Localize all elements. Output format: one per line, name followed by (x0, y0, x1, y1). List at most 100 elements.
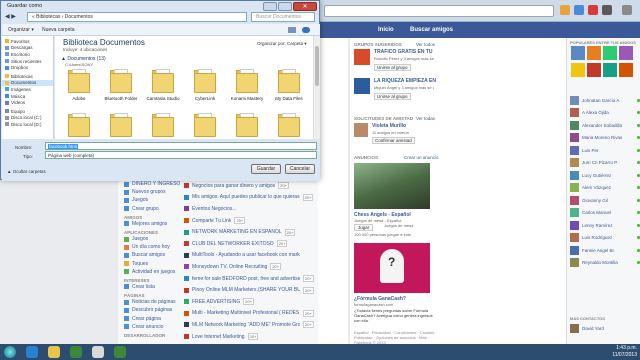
app-thumbnail[interactable] (619, 63, 633, 77)
save-button[interactable]: Guardar (251, 164, 281, 174)
group-row[interactable]: Comparte Tu Link 20+ (184, 215, 318, 227)
group-row[interactable]: feme for sale BEDFORD post, free and adv… (184, 273, 318, 285)
start-button[interactable] (4, 346, 16, 358)
contact-row[interactable]: Alem Vázquez (570, 182, 640, 195)
see-all-link[interactable]: Ver todos (416, 42, 435, 47)
menu-item[interactable]: Juegos (124, 235, 180, 243)
nav-home[interactable]: Inicio (378, 22, 394, 38)
folder-icon[interactable] (149, 111, 177, 139)
menu-item[interactable]: Toques (124, 260, 180, 268)
contact-row[interactable]: Jum Cri Pizarro P. (570, 157, 640, 170)
clock-time[interactable]: 1:43 p.m. (603, 345, 637, 351)
contact-row[interactable]: Fannie Angel Br. (570, 244, 640, 257)
organize-button[interactable]: Organizar ▾ (8, 27, 34, 33)
folder-icon[interactable] (149, 67, 177, 95)
contact-row[interactable]: Reynaldo Montilla (570, 257, 640, 270)
contact-row[interactable]: A Alexa Ojida (570, 107, 640, 120)
contact-row[interactable]: Carlos Manuel (570, 207, 640, 220)
group-row[interactable]: MLM Network Marketing "ADD ME" Promote G… (184, 319, 318, 331)
nav-item-1[interactable]: Descargas (2, 45, 53, 52)
app-thumbnail[interactable] (587, 63, 601, 77)
app-thumbnail[interactable] (571, 63, 585, 77)
back-forward-buttons[interactable]: ◀ ▶ (5, 12, 25, 22)
help-icon[interactable] (302, 27, 310, 33)
contact-row[interactable]: Maria Moreno Rivas (570, 132, 640, 145)
create-ad-link[interactable]: Crear un anuncio (404, 155, 439, 160)
group-thumbnail[interactable] (354, 49, 370, 65)
contact-row[interactable]: David Yard (570, 322, 640, 334)
menu-item[interactable]: Juegos (124, 196, 180, 204)
group-row[interactable]: Multi - Marketing Multinivel Profesional… (184, 308, 318, 320)
cancel-button[interactable]: Cancelar (285, 164, 315, 174)
app-thumbnail[interactable] (587, 46, 601, 60)
group-row[interactable]: Mis amigos: Aquí puedes publicar lo que … (184, 192, 318, 204)
group-row[interactable]: Eventos Negocios... (184, 203, 318, 215)
nav-item-11[interactable]: Disco local (C:) (2, 115, 53, 122)
camtasia-icon[interactable] (70, 346, 82, 358)
group-row[interactable]: FREE ADVERTISING 20+ (184, 296, 318, 308)
extension-icon[interactable] (560, 5, 570, 15)
avatar[interactable] (354, 123, 368, 137)
folder-icon[interactable] (107, 111, 135, 139)
new-folder-button[interactable]: Nueva carpeta (42, 27, 75, 33)
request-name[interactable]: Violeta Murillo (372, 123, 406, 129)
group-row[interactable]: Negocios para ganar dinero y amigos 20+ (184, 180, 318, 192)
menu-item[interactable]: DINERO Y INGRESOS (124, 180, 180, 188)
explorer-icon[interactable] (48, 346, 60, 358)
nav-item-6[interactable]: Documentos (2, 79, 53, 87)
folder-icon[interactable] (275, 111, 303, 139)
menu-item[interactable]: Crear anuncio (124, 323, 180, 331)
menu-item[interactable]: Mejores amigos (124, 220, 180, 228)
contact-row[interactable]: Alexander Sobadilla (570, 119, 640, 132)
group-row[interactable]: Pinoy Online MLM Marketers (SHARE YOUR B… (184, 284, 318, 296)
filetype-select[interactable]: Página web (completa) (45, 151, 317, 159)
scrollbar-thumb[interactable] (315, 46, 319, 86)
close-button[interactable]: ✕ (293, 2, 317, 11)
group-row[interactable]: NETWORK MARKETING EN ESPAÑOL 20+ (184, 226, 318, 238)
folder-icon[interactable] (233, 67, 261, 95)
group-row[interactable]: Moneydown TV, Online Recruiting 20+ (184, 261, 318, 273)
folder-icon[interactable] (191, 111, 219, 139)
nav-item-5[interactable]: Bibliotecas (2, 73, 53, 80)
nav-item-2[interactable]: Escritorio (2, 51, 53, 58)
ad-image-ganacash[interactable]: ? (354, 243, 430, 293)
nav-item-9[interactable]: Vídeos (2, 99, 53, 106)
chrome-icon[interactable] (92, 346, 104, 358)
app-thumbnail[interactable] (603, 63, 617, 77)
maximize-button[interactable] (278, 2, 292, 11)
ad-image-game[interactable] (354, 163, 430, 209)
join-group-button[interactable]: Unirse al grupo (374, 64, 411, 71)
menu-item[interactable]: Actividad en juegos (124, 268, 180, 276)
group-thumbnail[interactable] (354, 78, 370, 94)
group-row[interactable]: MultiTools - Ayudando a usar facebook co… (184, 250, 318, 262)
join-group-button[interactable]: Unirse al grupo (374, 93, 411, 100)
group-row[interactable]: Love Internet Marketing 20+ (184, 331, 318, 343)
nav-item-12[interactable]: Disco local (D:) (2, 121, 53, 128)
folder-icon[interactable] (65, 67, 93, 95)
suggested-group-title[interactable]: LA RIQUEZA EMPIEZA EN TU MENTE (374, 78, 436, 84)
app-thumbnail[interactable] (571, 46, 585, 60)
contact-row[interactable]: Giovanny Gil (570, 194, 640, 207)
group-row[interactable]: CLUB DEL NETWORKER EXITOSO 20+ (184, 238, 318, 250)
filename-input[interactable]: facebook.html (45, 142, 317, 150)
folder-icon[interactable] (191, 67, 219, 95)
search-input[interactable]: Buscar Documentos (251, 12, 315, 22)
extension-icon[interactable] (574, 5, 584, 15)
view-icon[interactable] (288, 27, 296, 33)
folder-icon[interactable] (107, 67, 135, 95)
see-all-requests-link[interactable]: Ver todas (416, 116, 435, 121)
menu-item[interactable]: Descubrir páginas (124, 306, 180, 314)
extension-icon[interactable] (602, 5, 612, 15)
nav-find-friends[interactable]: Buscar amigos (410, 22, 453, 38)
folder-icon[interactable] (65, 111, 93, 139)
menu-item[interactable]: Noticias de páginas (124, 298, 180, 306)
play-button[interactable]: Jugar (354, 224, 374, 231)
nav-item-8[interactable]: Música (2, 93, 53, 100)
contact-row[interactable]: Luis Rodríguez (570, 232, 640, 245)
minimize-button[interactable] (263, 2, 277, 11)
breadcrumb[interactable]: « Bibliotecas › Documentos (27, 12, 247, 22)
pinterest-icon[interactable] (588, 5, 598, 15)
vertical-scrollbar[interactable] (313, 36, 320, 139)
contact-row[interactable]: Luis Per (570, 144, 640, 157)
folder-icon[interactable] (233, 111, 261, 139)
